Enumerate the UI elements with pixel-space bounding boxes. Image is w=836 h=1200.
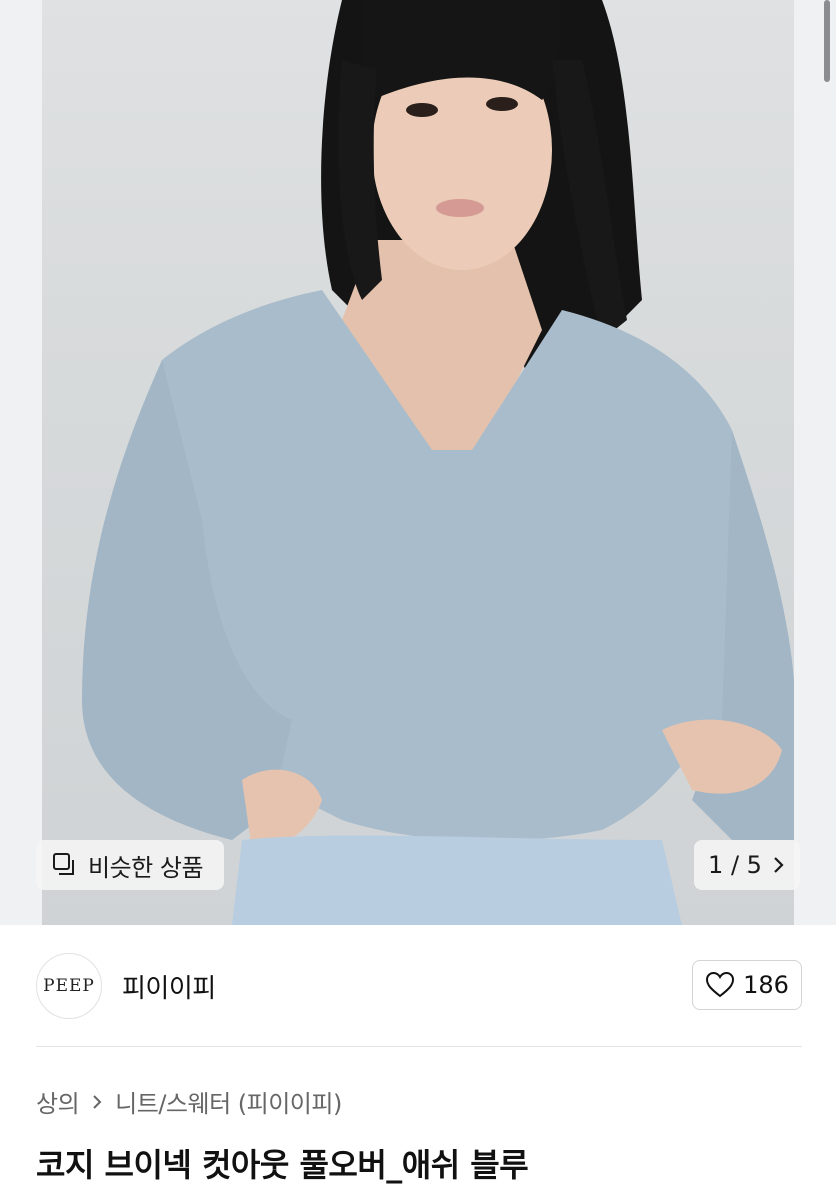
divider: [36, 1046, 802, 1047]
model-illustration: [82, 0, 794, 925]
seller-row[interactable]: PEEP 피이이피 186: [36, 950, 802, 1022]
like-count: 186: [743, 971, 789, 999]
gallery-margin-right: [794, 0, 836, 925]
scrollbar-thumb[interactable]: [824, 0, 830, 82]
seller-name[interactable]: 피이이피: [122, 968, 216, 1005]
gallery-margin-left: [0, 0, 42, 925]
heart-icon: [706, 971, 735, 998]
similar-products-button[interactable]: 비슷한 상품: [36, 840, 224, 890]
product-title: 코지 브이넥 컷아웃 풀오버_애쉬 블루: [36, 1146, 529, 1184]
product-photo[interactable]: [42, 0, 794, 925]
similar-items-icon: [53, 853, 74, 875]
breadcrumb-category[interactable]: 상의: [36, 1084, 80, 1119]
breadcrumb-subcategory[interactable]: 니트/스웨터 (피이이피): [115, 1084, 342, 1119]
like-button[interactable]: 186: [692, 960, 802, 1010]
image-counter: 1 / 5: [708, 851, 762, 879]
similar-products-label: 비슷한 상품: [88, 853, 204, 882]
product-image-gallery[interactable]: 비슷한 상품 1 / 5: [0, 0, 836, 925]
chevron-right-icon: [774, 857, 784, 873]
seller-logo-text: PEEP: [43, 976, 95, 996]
image-counter-button[interactable]: 1 / 5: [694, 840, 800, 890]
breadcrumb: 상의 니트/스웨터 (피이이피): [36, 1084, 342, 1119]
chevron-right-icon: [93, 1094, 102, 1109]
seller-avatar[interactable]: PEEP: [36, 953, 102, 1019]
